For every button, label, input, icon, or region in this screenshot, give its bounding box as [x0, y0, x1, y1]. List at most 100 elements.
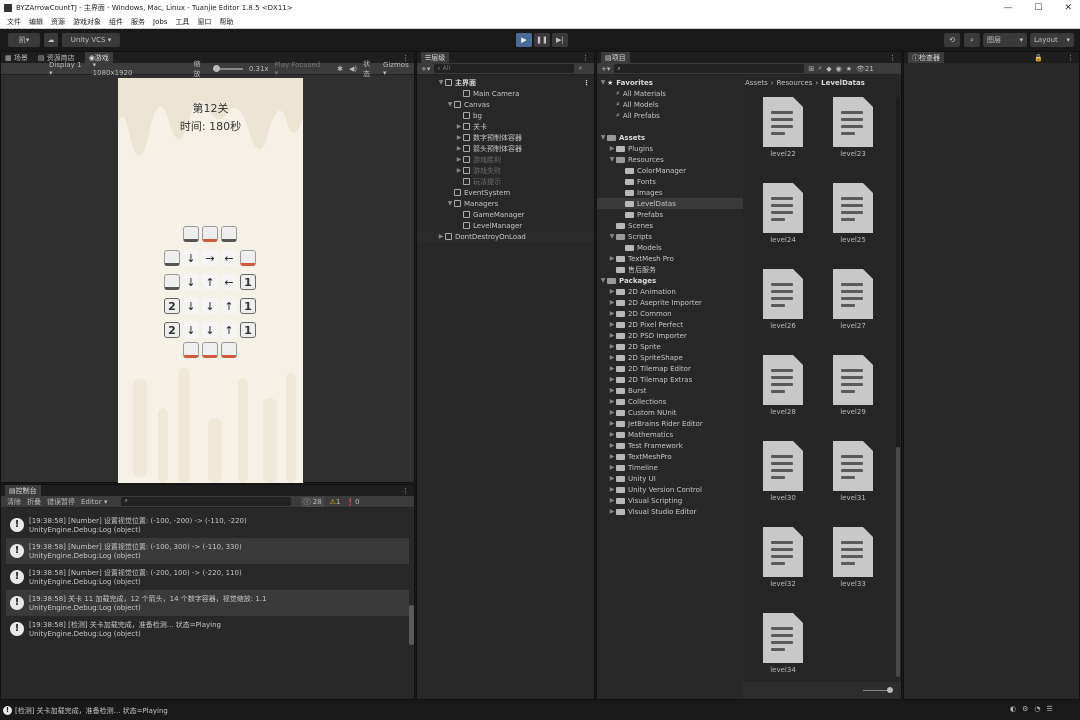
file-item[interactable]: level27 — [813, 259, 873, 339]
project-tree-item[interactable]: ⌕ All Materials — [597, 88, 743, 99]
project-tree-item[interactable]: ▶ Mathematics — [597, 429, 743, 440]
expand-arrow-icon[interactable]: ▶ — [608, 420, 616, 427]
number-tile[interactable]: 1 — [240, 274, 256, 290]
history-icon[interactable]: ⟲ — [944, 33, 960, 47]
file-item[interactable]: level30 — [743, 431, 803, 511]
project-tree-item[interactable]: ▶ Visual Scripting — [597, 495, 743, 506]
project-tree-item[interactable]: ▶ JetBrains Rider Editor — [597, 418, 743, 429]
project-add-icon[interactable]: +▾ — [601, 65, 610, 73]
expand-arrow-icon[interactable]: ▼ — [437, 79, 445, 86]
hierarchy-item[interactable]: ▶ 数字预制体容器 — [417, 132, 594, 143]
hierarchy-item[interactable]: ▶ 关卡 — [417, 121, 594, 132]
expand-arrow-icon[interactable]: ▶ — [608, 387, 616, 394]
stats-label[interactable]: 状态 — [363, 59, 377, 79]
number-tile[interactable]: 1 — [240, 322, 256, 338]
project-tree-item[interactable]: ▶ TextMesh Pro — [597, 253, 743, 264]
menu-item[interactable]: 编辑 — [29, 17, 43, 27]
console-menu-icon[interactable]: ⋮ — [402, 487, 409, 495]
breadcrumb-assets[interactable]: Assets — [745, 79, 768, 87]
inspector-menu-icon[interactable]: ⋮ — [1067, 54, 1074, 62]
menu-item[interactable]: 游戏对象 — [73, 17, 101, 27]
file-item[interactable]: level34 — [743, 603, 803, 683]
menu-item[interactable]: 服务 — [131, 17, 145, 27]
project-tree-item[interactable]: ▼ Resources — [597, 154, 743, 165]
error-count-badge[interactable]: ❗0 — [346, 498, 359, 506]
project-tree-item[interactable]: ▼ Scripts — [597, 231, 743, 242]
expand-arrow-icon[interactable]: ▶ — [608, 376, 616, 383]
favorite-icon[interactable]: ★ — [846, 65, 852, 73]
hierarchy-item[interactable]: ▶ 箭头预制体容器 — [417, 143, 594, 154]
number-tile[interactable]: 1 — [240, 298, 256, 314]
grid-slot[interactable] — [240, 250, 256, 266]
settings-icon[interactable]: ☰ — [1047, 705, 1053, 713]
file-item[interactable]: level23 — [813, 87, 873, 167]
breadcrumb-resources[interactable]: Resources — [777, 79, 813, 87]
expand-arrow-icon[interactable]: ▶ — [608, 343, 616, 350]
audio-icon[interactable]: ◀) — [349, 65, 357, 73]
project-tree-item[interactable]: Fonts — [597, 176, 743, 187]
expand-arrow-icon[interactable]: ▶ — [455, 167, 463, 174]
file-item[interactable]: level22 — [743, 87, 803, 167]
expand-arrow-icon[interactable]: ▶ — [608, 354, 616, 361]
project-tree-item[interactable]: ▶ 2D Tilemap Extras — [597, 374, 743, 385]
log-entry[interactable]: ! [19:38:58] [Number] 设置视觉位置: (-200, 100)… — [6, 564, 409, 590]
bottom-slot[interactable] — [183, 342, 199, 358]
project-menu-icon[interactable]: ⋮ — [889, 54, 896, 62]
layers-dropdown[interactable]: 图层 ▾ — [983, 33, 1027, 47]
menu-item[interactable]: Jobs — [153, 18, 167, 26]
menu-item[interactable]: 窗口 — [197, 17, 211, 27]
arrow-tile[interactable]: ↓ — [202, 322, 218, 338]
vcs-button[interactable]: Unity VCS ▾ — [62, 33, 120, 47]
info-count-badge[interactable]: ⓘ 28 — [301, 496, 324, 507]
top-slot[interactable] — [221, 226, 237, 242]
file-item[interactable]: level25 — [813, 173, 873, 253]
hierarchy-menu-icon[interactable]: ⋮ — [582, 54, 589, 62]
bell-icon[interactable]: ◔ — [1034, 705, 1040, 713]
menu-item[interactable]: 工具 — [175, 17, 189, 27]
account-button[interactable]: 凯 ▾ — [8, 33, 40, 47]
expand-arrow-icon[interactable]: ▶ — [608, 453, 616, 460]
mute-icon[interactable]: ✱ — [337, 65, 343, 73]
project-tree-item[interactable]: ⌕ All Models — [597, 99, 743, 110]
console-search-input[interactable]: ⌕ — [121, 497, 292, 506]
project-tree-item[interactable]: ▶ Collections — [597, 396, 743, 407]
number-tile[interactable]: 2 — [164, 298, 180, 314]
expand-arrow-icon[interactable]: ▶ — [455, 145, 463, 152]
resolution-dropdown[interactable]: ▾ 1080x1920 — [93, 61, 138, 77]
top-slot[interactable] — [183, 226, 199, 242]
scene-menu-icon[interactable]: ⋮ — [583, 79, 590, 87]
log-entry[interactable]: ! [19:38:58] [检测] 关卡加载完成，准备检测... 状态=Playi… — [6, 616, 409, 642]
minimize-icon[interactable]: — — [1003, 3, 1012, 13]
expand-arrow-icon[interactable]: ▼ — [608, 156, 616, 163]
hierarchy-item[interactable]: 玩法提示 — [417, 176, 594, 187]
pause-button[interactable]: ❚❚ — [534, 33, 550, 47]
expand-arrow-icon[interactable]: ▶ — [608, 409, 616, 416]
hierarchy-item[interactable]: EventSystem — [417, 187, 594, 198]
hierarchy-item[interactable]: Main Camera — [417, 88, 594, 99]
expand-arrow-icon[interactable]: ▶ — [608, 398, 616, 405]
log-entry[interactable]: ! [19:38:58] 关卡 11 加载完成，12 个箭头，14 个数字容器，视… — [6, 590, 409, 616]
arrow-tile[interactable]: ↓ — [183, 274, 199, 290]
expand-arrow-icon[interactable]: ▶ — [608, 299, 616, 306]
project-tree-item[interactable]: ▶ Unity Version Control — [597, 484, 743, 495]
project-tree-item[interactable]: ▶ TextMeshPro — [597, 451, 743, 462]
project-tree-item[interactable]: ▶ Burst — [597, 385, 743, 396]
warn-count-badge[interactable]: ⚠1 — [330, 498, 341, 506]
project-tree-item[interactable]: ▼ ★ Favorites — [597, 77, 743, 88]
project-tree-item[interactable]: ▶ 2D Pixel Perfect — [597, 319, 743, 330]
bottom-slot[interactable] — [202, 342, 218, 358]
filter-icon[interactable]: ⊞ — [808, 65, 814, 73]
project-tree-item[interactable]: ▶ Custom NUnit — [597, 407, 743, 418]
project-tree-item[interactable]: ▶ 2D Animation — [597, 286, 743, 297]
expand-arrow-icon[interactable]: ▶ — [608, 255, 616, 262]
play-mode-dropdown[interactable]: Play Focused ▾ — [275, 61, 326, 77]
hierarchy-item[interactable]: ▶ DontDestroyOnLoad — [417, 231, 594, 242]
status-text[interactable]: [检测] 关卡加载完成，准备检测... 状态=Playing — [15, 706, 168, 716]
console-scrollbar[interactable] — [409, 605, 414, 645]
error-pause-button[interactable]: 错误暂停 — [47, 497, 75, 507]
grid-slot[interactable] — [164, 250, 180, 266]
hierarchy-item[interactable]: ▼ Canvas — [417, 99, 594, 110]
expand-arrow-icon[interactable]: ▼ — [446, 200, 454, 207]
expand-arrow-icon[interactable]: ▶ — [608, 321, 616, 328]
lock-icon[interactable]: 🔒 — [1034, 54, 1043, 62]
